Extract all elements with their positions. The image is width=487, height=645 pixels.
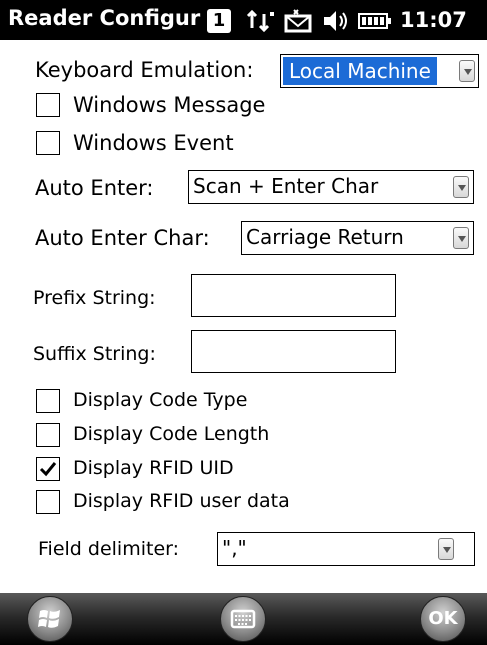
keyboard-button[interactable]	[220, 596, 266, 642]
field-delimiter-combo[interactable]: ","	[217, 532, 475, 566]
title-bar: Reader Configur 1 11:07	[0, 0, 487, 40]
dropdown-arrow-icon[interactable]	[453, 227, 469, 249]
display-code-type-label: Display Code Type	[73, 389, 248, 411]
auto-enter-char-label: Auto Enter Char:	[35, 226, 210, 250]
windows-start-button[interactable]	[27, 596, 73, 642]
suffix-string-input[interactable]	[191, 330, 396, 373]
windows-message-label: Windows Message	[73, 93, 266, 117]
ok-button[interactable]: OK	[420, 596, 466, 642]
keyboard-emulation-value: Local Machine	[283, 57, 437, 85]
field-delimiter-label: Field delimiter:	[38, 538, 180, 560]
connectivity-icon[interactable]	[246, 8, 276, 38]
dropdown-arrow-icon[interactable]	[459, 60, 475, 82]
field-delimiter-value: ","	[222, 536, 247, 560]
clock[interactable]: 11:07	[400, 8, 467, 32]
app-title: Reader Configur	[8, 6, 201, 30]
keyboard-emulation-combo[interactable]: Local Machine	[280, 54, 479, 88]
windows-message-checkbox[interactable]	[36, 93, 60, 117]
dropdown-arrow-icon[interactable]	[438, 538, 454, 560]
auto-enter-char-combo[interactable]: Carriage Return	[241, 221, 474, 255]
soft-key-bar: OK	[0, 593, 487, 645]
display-rfid-user-data-checkbox[interactable]	[36, 490, 60, 514]
display-rfid-user-data-label: Display RFID user data	[73, 490, 290, 512]
auto-enter-value: Scan + Enter Char	[193, 174, 379, 198]
display-code-type-checkbox[interactable]	[36, 389, 60, 413]
notification-count-badge[interactable]: 1	[207, 9, 231, 33]
battery-icon[interactable]	[358, 8, 392, 38]
display-code-length-checkbox[interactable]	[36, 423, 60, 447]
suffix-string-label: Suffix String:	[33, 343, 156, 365]
ok-label: OK	[428, 608, 458, 629]
windows-event-label: Windows Event	[73, 131, 234, 155]
auto-enter-combo[interactable]: Scan + Enter Char	[188, 170, 474, 204]
keyboard-emulation-label: Keyboard Emulation:	[35, 58, 254, 82]
keyboard-icon	[230, 609, 256, 629]
message-icon[interactable]	[284, 8, 314, 38]
volume-icon[interactable]	[322, 8, 352, 38]
dropdown-arrow-icon[interactable]	[453, 176, 469, 198]
prefix-string-input[interactable]	[191, 274, 396, 317]
auto-enter-label: Auto Enter:	[35, 176, 154, 200]
display-code-length-label: Display Code Length	[73, 423, 270, 445]
display-rfid-uid-checkbox[interactable]	[36, 457, 60, 481]
windows-event-checkbox[interactable]	[36, 131, 60, 155]
prefix-string-label: Prefix String:	[33, 287, 156, 309]
checkmark-icon	[39, 462, 57, 477]
display-rfid-uid-label: Display RFID UID	[73, 457, 234, 479]
auto-enter-char-value: Carriage Return	[246, 225, 404, 249]
windows-start-icon	[38, 610, 60, 628]
